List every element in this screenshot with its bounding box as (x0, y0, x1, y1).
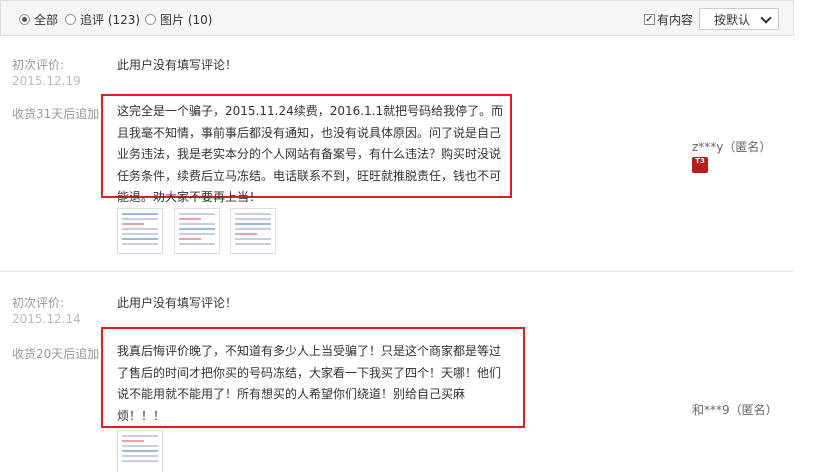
reviewer-name: z***y（匿名） (692, 140, 772, 154)
radio-icon[interactable] (19, 14, 30, 25)
radio-icon[interactable] (145, 14, 156, 25)
review-date: 2015.12.14 (12, 312, 81, 326)
review-image-thumbnail[interactable] (117, 430, 163, 472)
followup-line: 业务违法，我是老实本分的个人网站有备案号，有什么违法？购买时没说 (117, 147, 502, 161)
review-image-thumbnail[interactable] (230, 208, 276, 254)
followup-label: 收货31天后追加： (12, 107, 112, 121)
filter-images-label: 图片 (10) (160, 13, 213, 27)
initial-review-label: 初次评价: (12, 296, 65, 310)
followup-line: 且我毫不知情，事前事后都没有通知，也没有说具体原因。问了说是自己 (117, 125, 502, 140)
review-date: 2015.12.19 (12, 74, 81, 88)
has-content-filter[interactable]: ✓ 有内容 (644, 11, 693, 28)
followup-line: 这完全是一个骗子，2015.11.24续费，2016.1.1就把号码给我停了。而 (117, 104, 504, 118)
member-badge-icon: T3 (692, 157, 708, 173)
followup-line: 了售后的时间才把你买的号码冻结，大家看一下我买了四个！天哪！他们 (117, 365, 502, 380)
followup-line: 烦！！！ (117, 408, 166, 423)
sort-label: 按默认 (714, 12, 751, 27)
checkbox-checked-icon[interactable]: ✓ (644, 14, 655, 25)
followup-line: 说不能用就不能用了！所有想买的人希望你们绕道！别给自己买麻 (117, 387, 466, 401)
filter-all-label: 全部 (34, 13, 59, 27)
followup-text: 我真后悔评价晚了，不知道有多少人上当受骗了！只是这个商家都是等过 了售后的时间才… (117, 341, 501, 427)
has-content-label: 有内容 (657, 13, 694, 27)
filter-bar: 全部 追评 (123) 图片 (10) ✓ 有内容 按默认 (0, 0, 794, 36)
initial-review-text: 此用户没有填写评论！ (117, 58, 238, 72)
initial-review-label: 初次评价: (12, 58, 65, 72)
initial-review-text: 此用户没有填写评论！ (117, 296, 238, 310)
sort-dropdown[interactable]: 按默认 (699, 8, 779, 30)
radio-icon[interactable] (65, 14, 76, 25)
filter-all[interactable]: 全部 (19, 11, 58, 28)
filter-followup-label: 追评 (123) (80, 13, 141, 27)
followup-text: 这完全是一个骗子，2015.11.24续费，2016.1.1就把号码给我停了。而… (117, 101, 503, 209)
followup-label: 收货20天后追加： (12, 347, 112, 361)
review-image-thumbnail[interactable] (174, 208, 220, 254)
followup-line: 能退。劝大家不要再上当！ (117, 190, 262, 204)
filter-images[interactable]: 图片 (10) (145, 11, 212, 28)
review-image-thumbnail[interactable] (117, 208, 163, 254)
filter-followup[interactable]: 追评 (123) (65, 11, 140, 28)
followup-line: 任务条件，续费后立马冻结。电话联系不到，旺旺就推脱责任，钱也不可 (117, 168, 502, 183)
reviewer-name: 和***9（匿名） (692, 403, 778, 417)
review-divider (0, 271, 794, 272)
chevron-down-icon (760, 12, 772, 24)
followup-line: 我真后悔评价晚了，不知道有多少人上当受骗了！只是这个商家都是等过 (117, 344, 502, 358)
